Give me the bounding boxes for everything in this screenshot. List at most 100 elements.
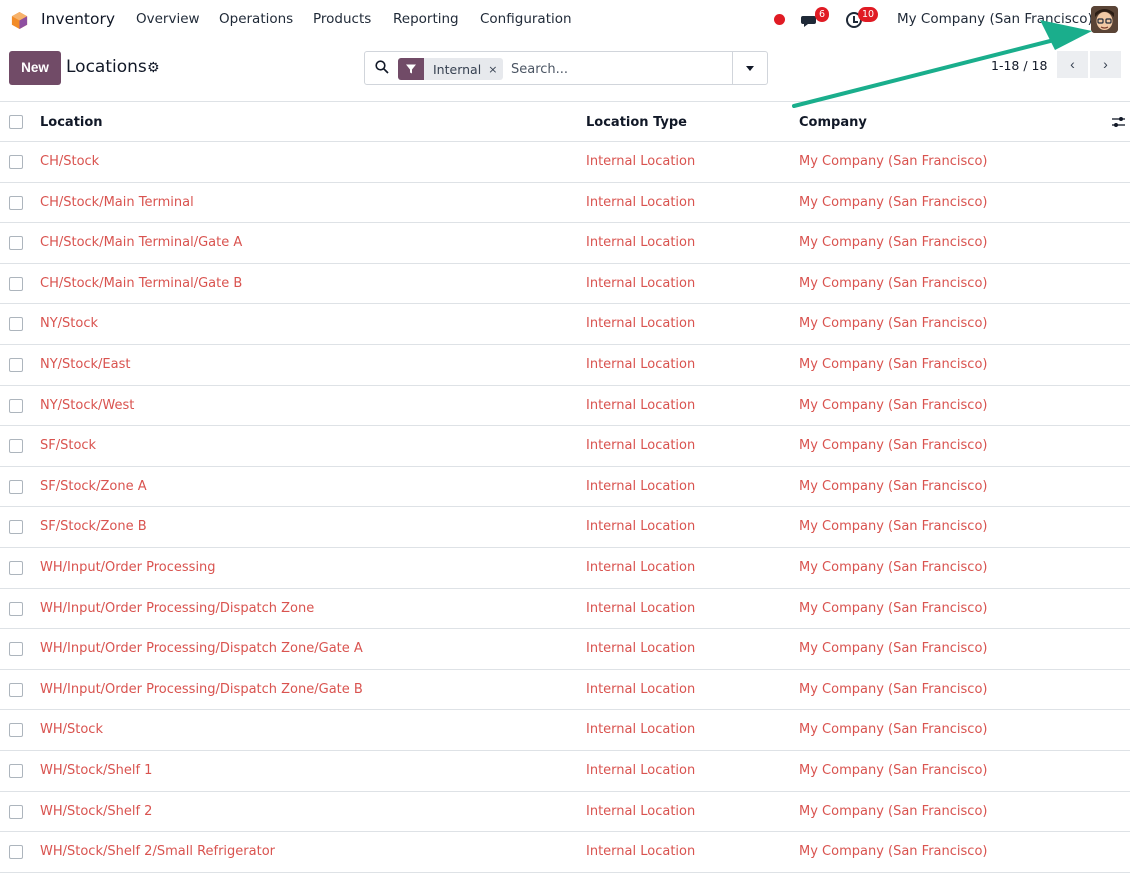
cell-location-type[interactable]: Internal Location bbox=[586, 276, 695, 291]
cell-location[interactable]: WH/Input/Order Processing/Dispatch Zone/… bbox=[40, 641, 363, 656]
table-row[interactable]: WH/Input/Order Processing/Dispatch Zone/… bbox=[0, 629, 1130, 670]
cell-location[interactable]: NY/Stock/West bbox=[40, 398, 134, 413]
row-checkbox[interactable] bbox=[9, 357, 23, 372]
cell-location[interactable]: WH/Input/Order Processing bbox=[40, 560, 216, 575]
table-row[interactable]: NY/Stock/East Internal Location My Company… bbox=[0, 344, 1130, 386]
row-checkbox[interactable] bbox=[9, 236, 23, 251]
cell-location-type[interactable]: Internal Location bbox=[586, 479, 695, 494]
cell-location-type[interactable]: Internal Location bbox=[586, 154, 695, 169]
cell-company[interactable]: My Company (San Francisco) bbox=[799, 560, 987, 575]
row-checkbox[interactable] bbox=[9, 601, 23, 616]
cell-location-type[interactable]: Internal Location bbox=[586, 641, 695, 656]
cell-location-type[interactable]: Internal Location bbox=[586, 601, 695, 616]
table-row[interactable]: CH/Stock/Main Terminal/Gate B Internal Lo… bbox=[0, 263, 1130, 305]
cell-location-type[interactable]: Internal Location bbox=[586, 519, 695, 534]
column-header-location[interactable]: Location bbox=[40, 115, 103, 130]
cell-company[interactable]: My Company (San Francisco) bbox=[799, 519, 987, 534]
table-row[interactable]: CH/Stock/Main Terminal/Gate A Internal Lo… bbox=[0, 223, 1130, 264]
menu-overview[interactable]: Overview bbox=[136, 11, 200, 27]
row-checkbox[interactable] bbox=[9, 845, 23, 860]
cell-location[interactable]: NY/Stock bbox=[40, 316, 98, 331]
menu-products[interactable]: Products bbox=[313, 11, 371, 27]
table-row[interactable]: SF/Stock/Zone B Internal Location My Compa… bbox=[0, 507, 1130, 548]
pager-previous-button[interactable]: ‹ bbox=[1057, 51, 1088, 78]
table-row[interactable]: SF/Stock Internal Location My Company (San… bbox=[0, 426, 1130, 467]
avatar[interactable] bbox=[1091, 6, 1118, 33]
cell-location[interactable]: WH/Input/Order Processing/Dispatch Zone bbox=[40, 601, 314, 616]
cell-company[interactable]: My Company (San Francisco) bbox=[799, 722, 987, 737]
table-row[interactable]: WH/Input/Order Processing/Dispatch Zone/… bbox=[0, 669, 1130, 711]
row-checkbox[interactable] bbox=[9, 479, 23, 494]
company-switcher[interactable]: My Company (San Francisco) bbox=[897, 11, 1093, 27]
cell-company[interactable]: My Company (San Francisco) bbox=[799, 804, 987, 819]
row-checkbox[interactable] bbox=[9, 763, 23, 778]
column-header-company[interactable]: Company bbox=[799, 115, 867, 130]
optional-columns-icon[interactable] bbox=[1111, 115, 1126, 129]
row-checkbox[interactable] bbox=[9, 439, 23, 454]
cell-company[interactable]: My Company (San Francisco) bbox=[799, 438, 987, 453]
cell-location[interactable]: WH/Input/Order Processing/Dispatch Zone/… bbox=[40, 682, 363, 697]
presence-status-dot[interactable] bbox=[774, 14, 785, 25]
pager-value[interactable]: 1-18 / 18 bbox=[991, 58, 1047, 73]
row-checkbox[interactable] bbox=[9, 276, 23, 291]
cell-company[interactable]: My Company (San Francisco) bbox=[799, 357, 987, 372]
cell-location-type[interactable]: Internal Location bbox=[586, 804, 695, 819]
cell-company[interactable]: My Company (San Francisco) bbox=[799, 235, 987, 250]
cell-company[interactable]: My Company (San Francisco) bbox=[799, 763, 987, 778]
cell-company[interactable]: My Company (San Francisco) bbox=[799, 479, 987, 494]
cell-company[interactable]: My Company (San Francisco) bbox=[799, 195, 987, 210]
cell-company[interactable]: My Company (San Francisco) bbox=[799, 844, 987, 859]
row-checkbox[interactable] bbox=[9, 642, 23, 657]
search-options-toggle[interactable] bbox=[732, 52, 767, 84]
cell-location-type[interactable]: Internal Location bbox=[586, 763, 695, 778]
cell-location[interactable]: NY/Stock/East bbox=[40, 357, 130, 372]
inventory-logo-icon[interactable] bbox=[10, 11, 29, 30]
table-row[interactable]: WH/Stock/Shelf 2 Internal Location My Comp… bbox=[0, 791, 1130, 833]
cell-company[interactable]: My Company (San Francisco) bbox=[799, 276, 987, 291]
search-input[interactable] bbox=[511, 59, 731, 79]
row-checkbox[interactable] bbox=[9, 398, 23, 413]
row-checkbox[interactable] bbox=[9, 682, 23, 697]
pager-next-button[interactable]: › bbox=[1090, 51, 1121, 78]
cell-location-type[interactable]: Internal Location bbox=[586, 235, 695, 250]
table-row[interactable]: WH/Input/Order Processing Internal Locati… bbox=[0, 547, 1130, 589]
cell-company[interactable]: My Company (San Francisco) bbox=[799, 641, 987, 656]
table-row[interactable]: NY/Stock/West Internal Location My Company… bbox=[0, 385, 1130, 427]
app-name[interactable]: Inventory bbox=[41, 10, 115, 28]
gear-icon[interactable]: ⚙ bbox=[147, 60, 160, 76]
menu-reporting[interactable]: Reporting bbox=[393, 11, 459, 27]
row-checkbox[interactable] bbox=[9, 560, 23, 575]
cell-location[interactable]: WH/Stock/Shelf 1 bbox=[40, 763, 152, 778]
cell-location-type[interactable]: Internal Location bbox=[586, 357, 695, 372]
cell-company[interactable]: My Company (San Francisco) bbox=[799, 154, 987, 169]
select-all-checkbox[interactable] bbox=[9, 115, 23, 129]
cell-location[interactable]: CH/Stock/Main Terminal/Gate A bbox=[40, 235, 242, 250]
table-row[interactable]: CH/Stock/Main Terminal Internal Location M… bbox=[0, 182, 1130, 224]
column-header-location-type[interactable]: Location Type bbox=[586, 115, 687, 130]
cell-location-type[interactable]: Internal Location bbox=[586, 438, 695, 453]
cell-company[interactable]: My Company (San Francisco) bbox=[799, 682, 987, 697]
new-button[interactable]: New bbox=[9, 51, 61, 85]
cell-location[interactable]: CH/Stock bbox=[40, 154, 99, 169]
facet-remove-icon[interactable]: × bbox=[488, 63, 503, 76]
table-row[interactable]: WH/Stock Internal Location My Company (San… bbox=[0, 710, 1130, 751]
cell-location-type[interactable]: Internal Location bbox=[586, 398, 695, 413]
table-row[interactable]: SF/Stock/Zone A Internal Location My Compa… bbox=[0, 466, 1130, 508]
row-checkbox[interactable] bbox=[9, 317, 23, 332]
cell-location[interactable]: CH/Stock/Main Terminal/Gate B bbox=[40, 276, 242, 291]
cell-location-type[interactable]: Internal Location bbox=[586, 560, 695, 575]
cell-location[interactable]: SF/Stock bbox=[40, 438, 96, 453]
row-checkbox[interactable] bbox=[9, 804, 23, 819]
row-checkbox[interactable] bbox=[9, 520, 23, 535]
row-checkbox[interactable] bbox=[9, 723, 23, 738]
cell-location-type[interactable]: Internal Location bbox=[586, 722, 695, 737]
cell-company[interactable]: My Company (San Francisco) bbox=[799, 398, 987, 413]
cell-location[interactable]: WH/Stock/Shelf 2 bbox=[40, 804, 152, 819]
table-row[interactable]: WH/Input/Order Processing/Dispatch Zone I… bbox=[0, 588, 1130, 630]
cell-company[interactable]: My Company (San Francisco) bbox=[799, 601, 987, 616]
cell-location[interactable]: CH/Stock/Main Terminal bbox=[40, 195, 194, 210]
row-checkbox[interactable] bbox=[9, 155, 23, 169]
cell-location[interactable]: WH/Stock bbox=[40, 722, 103, 737]
cell-location-type[interactable]: Internal Location bbox=[586, 316, 695, 331]
cell-location-type[interactable]: Internal Location bbox=[586, 682, 695, 697]
